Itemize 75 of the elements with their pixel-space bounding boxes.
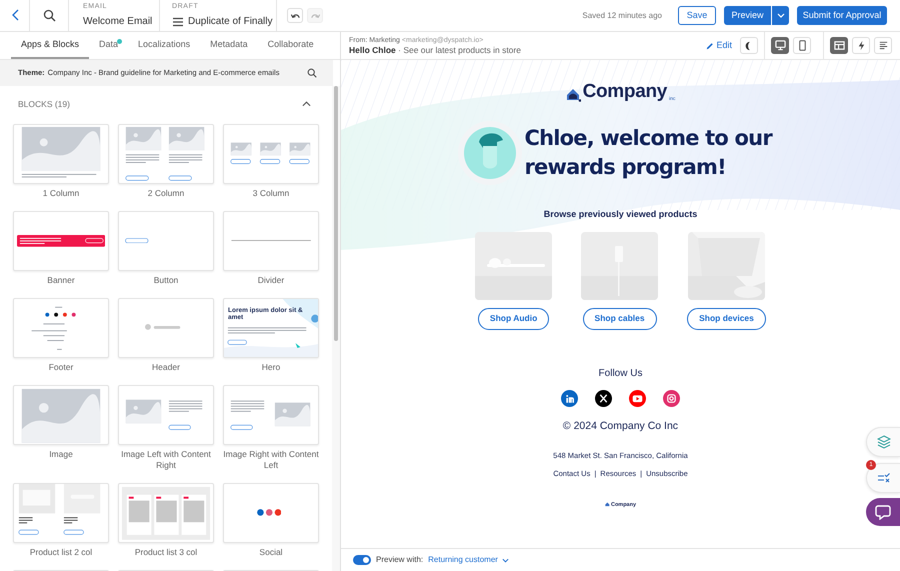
avatar-icon [456, 120, 522, 186]
block-label: 2 Column [146, 188, 186, 199]
logo-icon [604, 502, 610, 508]
submit-button[interactable]: Submit for Approval [797, 6, 887, 25]
block-label: Footer [48, 362, 74, 373]
block-label: Image Right with Content Left [223, 448, 319, 471]
tab[interactable]: Localizations [128, 32, 200, 59]
chat-icon [875, 504, 891, 520]
email-name: Welcome Email [83, 15, 152, 28]
mobile-view-button[interactable] [793, 37, 811, 54]
edit-link[interactable]: Edit [706, 38, 732, 52]
logo-text: Company [582, 82, 668, 102]
save-button[interactable]: Save [678, 6, 716, 25]
block-label: Button [152, 274, 180, 286]
layout-view-button[interactable] [830, 37, 848, 54]
tab[interactable]: Collaborate [258, 32, 324, 59]
caret-icon [502, 558, 509, 562]
social-icon[interactable] [595, 390, 612, 406]
tab[interactable]: Metadata [200, 32, 258, 59]
block-label: Product list 3 col [134, 546, 198, 558]
block-label: 3 Column [252, 188, 290, 199]
desktop-view-button[interactable] [771, 37, 789, 54]
checklist-button[interactable] [866, 463, 900, 493]
block-label: Image Left with Content Right [120, 448, 212, 471]
pencil-icon [706, 42, 714, 50]
headline: Chloe, welcome to our rewards program! [524, 125, 774, 181]
subject-text: Hello Chloe · See our latest products in store [349, 44, 521, 56]
dark-mode-button[interactable] [740, 37, 758, 54]
block-card[interactable] [13, 210, 109, 271]
block-label: 1 Column [42, 188, 80, 199]
shop-button[interactable]: Shop Audio [478, 308, 550, 330]
preview-button[interactable]: Preview [724, 6, 771, 25]
block-label: Image [48, 448, 74, 460]
toggle-switch[interactable] [353, 555, 371, 565]
phone-icon [796, 40, 808, 51]
layers-icon [876, 435, 890, 449]
search-icon [307, 68, 317, 78]
chat-button[interactable] [866, 498, 900, 526]
tab[interactable]: Data [89, 32, 128, 59]
draft-name[interactable]: Duplicate of Finally [188, 15, 272, 28]
block-label: Product list 2 col [28, 546, 94, 558]
shop-button[interactable]: Shop devices [687, 308, 766, 330]
search-icon [42, 8, 56, 22]
block-label: Banner [46, 274, 76, 286]
block-label: Hero [260, 362, 282, 373]
text-lines-icon [878, 40, 888, 51]
back-icon [10, 8, 20, 22]
layers-button[interactable] [866, 427, 900, 457]
thumbnail-drawing [145, 324, 181, 330]
audience-dropdown[interactable]: Returning customer [428, 554, 509, 566]
block-label: Social [258, 546, 284, 558]
shop-button[interactable]: Shop cables [582, 308, 657, 330]
block-label: Divider [256, 274, 286, 286]
dropdown-button[interactable] [772, 6, 789, 25]
preview-label: Preview with: [376, 554, 424, 566]
thumbnail-drawing [125, 238, 149, 244]
monitor-icon [774, 40, 786, 51]
logo-icon [566, 88, 581, 102]
chevron-up-icon [302, 101, 311, 108]
follow-heading: Follow Us [598, 366, 642, 380]
copyright-text: © 2024 Company Co Inc [562, 418, 678, 434]
thumbnail-drawing [256, 508, 282, 516]
save-status: Saved 12 minutes ago [582, 10, 662, 22]
caret-icon [776, 13, 784, 18]
text-view-button[interactable] [874, 37, 892, 54]
menu-icon [172, 16, 184, 28]
block-label: Header [151, 362, 181, 373]
section-title: BLOCKS (19) [18, 98, 70, 111]
scrollbar[interactable] [334, 86, 338, 341]
section-heading: Browse previously viewed products [544, 208, 698, 221]
layout-icon [834, 40, 844, 51]
checklist-icon [876, 472, 890, 484]
bolt-view-button[interactable] [852, 37, 870, 54]
undo-button[interactable] [287, 8, 303, 23]
collapse-button[interactable] [302, 101, 311, 108]
